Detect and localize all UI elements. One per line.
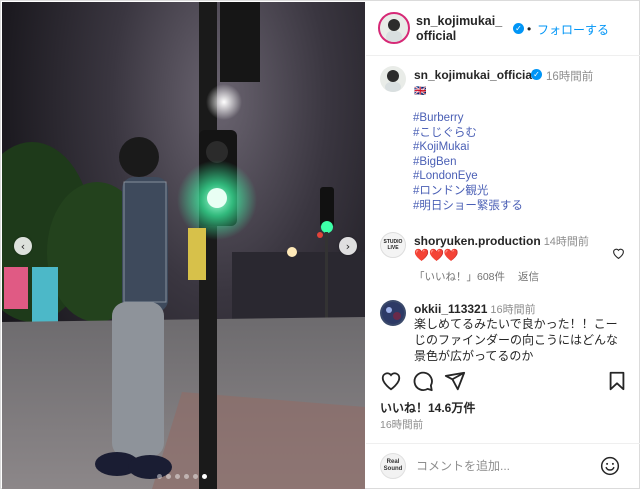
comment-time: 16時間前 xyxy=(490,304,536,316)
comment-avatar[interactable]: STUDIO LIVE xyxy=(380,232,406,258)
comment-username[interactable]: okkii_113321 16時間前 xyxy=(414,301,536,317)
paper-plane-icon[interactable] xyxy=(444,370,466,392)
author-avatar[interactable] xyxy=(378,12,410,44)
author-username[interactable]: sn_kojimukai_official xyxy=(416,14,508,44)
smiley-icon[interactable] xyxy=(600,456,620,476)
hashtag-link[interactable]: #KojiMukai xyxy=(413,140,523,155)
carousel-dot xyxy=(166,474,171,479)
hashtag-link[interactable]: #ロンドン観光 xyxy=(413,184,523,199)
verified-badge-icon: ✓ xyxy=(513,23,524,34)
caption-username[interactable]: sn_kojimukai_official xyxy=(414,68,535,82)
uk-flag-emoji: 🇬🇧 xyxy=(414,86,427,97)
street-scene-image xyxy=(2,2,365,489)
heart-icon[interactable] xyxy=(380,370,402,392)
carousel-dot xyxy=(184,474,189,479)
hashtag-link[interactable]: #BigBen xyxy=(413,155,523,170)
carousel-dot xyxy=(175,474,180,479)
caption-author-avatar[interactable] xyxy=(380,66,406,92)
current-user-avatar: Real Sound xyxy=(380,453,406,479)
post-side-panel: sn_kojimukai_official ✓ • フォローする sn_koji… xyxy=(366,2,640,489)
hashtag-list: #Burberry #こじぐらむ #KojiMukai #BigBen #Lon… xyxy=(413,111,523,213)
post-photo[interactable]: ‹ › xyxy=(2,2,365,489)
bookmark-icon[interactable] xyxy=(606,370,628,392)
post-header: sn_kojimukai_official ✓ • フォローする xyxy=(366,2,640,56)
comment-likes-count[interactable]: 「いいね！」608件 xyxy=(414,271,505,283)
hashtag-link[interactable]: #Burberry xyxy=(413,111,523,126)
comment-input[interactable] xyxy=(416,459,591,473)
verified-badge-icon: ✓ xyxy=(531,69,542,80)
comment-meta: 「いいね！」608件 返信 xyxy=(414,269,549,284)
comment-avatar[interactable] xyxy=(380,300,406,326)
carousel-indicator xyxy=(157,474,207,479)
divider xyxy=(366,443,640,444)
comment-text: ❤️❤️❤️ xyxy=(414,248,459,262)
separator-dot: • xyxy=(527,22,532,36)
caption-time[interactable]: 16時間前 xyxy=(546,68,593,84)
reply-button[interactable]: 返信 xyxy=(518,271,539,283)
comment-text: 楽しめてるみたいで良かった！！こーじのファインダーの向こうにはどんな景色が広がっ… xyxy=(414,317,619,362)
carousel-dot xyxy=(157,474,162,479)
chevron-left-icon: ‹ xyxy=(20,239,26,253)
post-actions xyxy=(366,370,640,396)
post-date[interactable]: 16時間前 xyxy=(380,417,423,432)
likes-count[interactable]: いいね！14.6万件 xyxy=(380,399,475,416)
carousel-next-button[interactable]: › xyxy=(339,237,357,255)
follow-button[interactable]: フォローする xyxy=(537,21,609,38)
hashtag-link[interactable]: #LondonEye xyxy=(413,169,523,184)
carousel-prev-button[interactable]: ‹ xyxy=(14,237,32,255)
chevron-right-icon: › xyxy=(345,239,351,253)
hashtag-link[interactable]: #明日ショー緊張する xyxy=(413,199,523,214)
carousel-dot xyxy=(193,474,198,479)
carousel-dot-active xyxy=(202,474,207,479)
comment-like-heart-icon[interactable] xyxy=(612,247,625,262)
hashtag-link[interactable]: #こじぐらむ xyxy=(413,126,523,141)
comment-icon[interactable] xyxy=(412,370,434,392)
post-dialog: ‹ › sn_kojimukai_official ✓ • フォローする sn_… xyxy=(0,0,640,489)
